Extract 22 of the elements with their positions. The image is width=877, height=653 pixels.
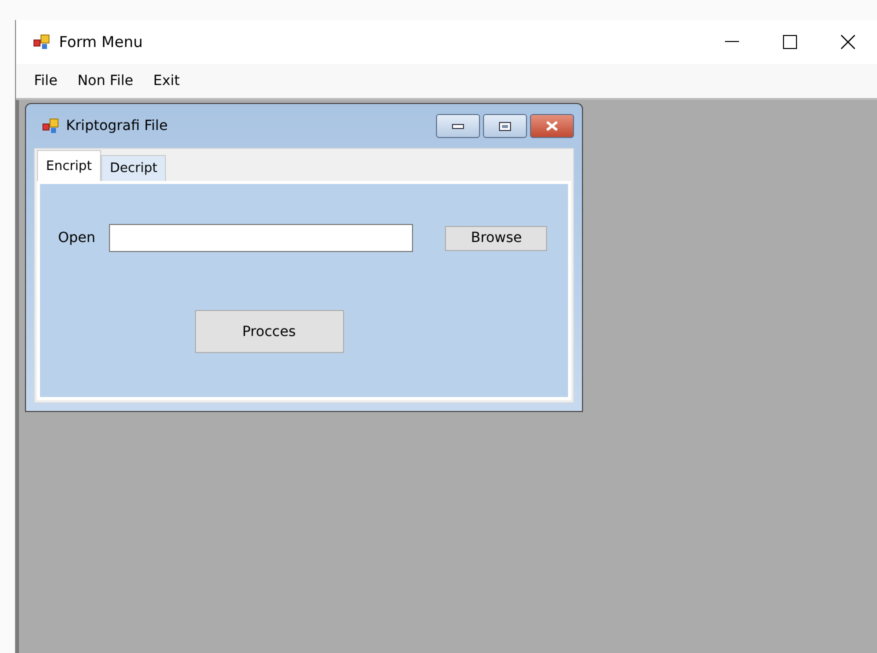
menu-item[interactable]: File: [26, 70, 66, 92]
minimize-button[interactable]: [436, 114, 480, 138]
close-button[interactable]: [530, 114, 574, 138]
minimize-icon: [452, 124, 464, 128]
close-icon: [546, 121, 558, 131]
open-label: Open: [58, 230, 96, 246]
browse-button[interactable]: Browse: [445, 226, 548, 250]
tab[interactable]: Decript: [100, 155, 166, 181]
minimize-icon: [725, 41, 739, 43]
process-button[interactable]: Procces: [194, 310, 344, 353]
close-icon: [841, 35, 855, 49]
menu-item[interactable]: Exit: [145, 70, 188, 92]
restore-button[interactable]: [483, 114, 527, 138]
tab[interactable]: Encript: [37, 150, 101, 181]
restore-icon: [499, 122, 511, 130]
menu-item[interactable]: Non File: [69, 70, 142, 92]
file-path-field[interactable]: [109, 224, 414, 252]
window-title: Form Menu: [59, 33, 144, 51]
child-window-title: Kriptografi File: [66, 118, 169, 134]
maximize-icon: [783, 35, 797, 49]
app-icon: [33, 34, 51, 50]
app-icon: [42, 118, 60, 134]
